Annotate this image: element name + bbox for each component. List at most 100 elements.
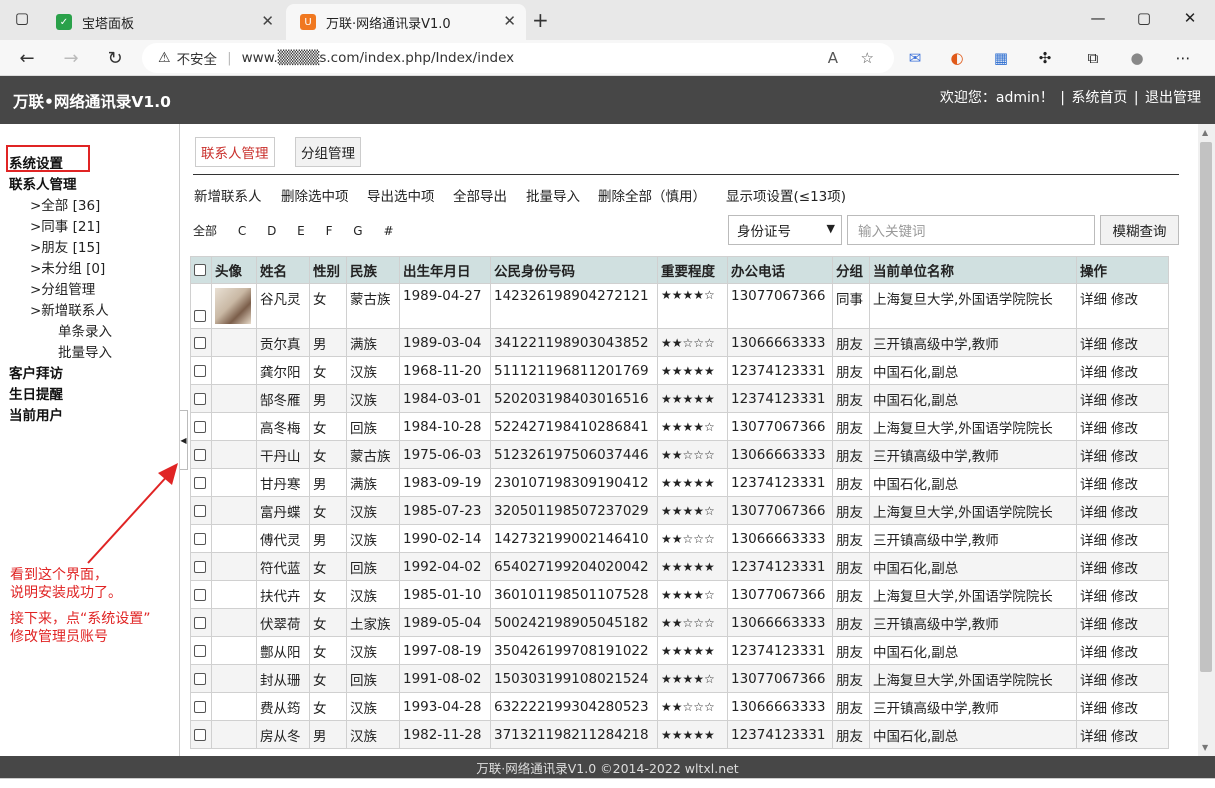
row-checkbox-cell[interactable]: [190, 524, 212, 553]
new-contact-button[interactable]: 新增联系人: [194, 185, 262, 205]
row-checkbox-cell[interactable]: [190, 496, 212, 525]
detail-link[interactable]: 详细: [1080, 393, 1107, 409]
calendar-icon[interactable]: ▦: [988, 46, 1014, 70]
row-checkbox[interactable]: [194, 504, 206, 517]
select-all-checkbox-cell[interactable]: [190, 256, 212, 284]
detail-link[interactable]: 详细: [1080, 561, 1107, 577]
row-checkbox-cell[interactable]: [190, 552, 212, 581]
close-tab-icon[interactable]: ✕: [503, 12, 516, 30]
row-checkbox[interactable]: [194, 532, 206, 545]
sidebar-item-friend[interactable]: >朋友 [15]: [30, 236, 100, 256]
row-checkbox-cell[interactable]: [190, 412, 212, 441]
row-checkbox-cell[interactable]: [190, 328, 212, 357]
row-checkbox-cell[interactable]: [190, 384, 212, 413]
row-checkbox[interactable]: [194, 476, 206, 489]
edit-link[interactable]: 修改: [1111, 617, 1138, 633]
row-checkbox[interactable]: [194, 644, 206, 657]
detail-link[interactable]: 详细: [1080, 337, 1107, 353]
row-checkbox-cell[interactable]: [190, 664, 212, 693]
edit-link[interactable]: 修改: [1111, 292, 1138, 308]
row-checkbox-cell[interactable]: [190, 283, 212, 329]
sidebar-item-customer-visit[interactable]: 客户拜访: [9, 362, 63, 382]
search-field-select[interactable]: 身份证号 ▼: [728, 215, 842, 245]
row-checkbox-cell[interactable]: [190, 720, 212, 749]
edit-link[interactable]: 修改: [1111, 421, 1138, 437]
detail-link[interactable]: 详细: [1080, 589, 1107, 605]
edit-link[interactable]: 修改: [1111, 365, 1138, 381]
letter-filter-e[interactable]: E: [297, 224, 305, 238]
favorite-add-icon[interactable]: ☆: [861, 49, 874, 67]
edit-link[interactable]: 修改: [1111, 477, 1138, 493]
home-link[interactable]: 系统首页: [1071, 90, 1127, 106]
detail-link[interactable]: 详细: [1080, 645, 1107, 661]
row-checkbox-cell[interactable]: [190, 440, 212, 469]
new-tab-button[interactable]: +: [532, 8, 549, 32]
delete-selected-button[interactable]: 删除选中项: [281, 185, 349, 205]
sidebar-item-group-management[interactable]: >分组管理: [30, 278, 95, 298]
edit-link[interactable]: 修改: [1111, 533, 1138, 549]
detail-link[interactable]: 详细: [1080, 701, 1107, 717]
detail-link[interactable]: 详细: [1080, 292, 1107, 308]
detail-link[interactable]: 详细: [1080, 421, 1107, 437]
extensions-puzzle-icon[interactable]: ✣: [1032, 46, 1058, 70]
row-checkbox-cell[interactable]: [190, 468, 212, 497]
edit-link[interactable]: 修改: [1111, 449, 1138, 465]
tab-group-management[interactable]: 分组管理: [295, 137, 361, 167]
row-checkbox-cell[interactable]: [190, 580, 212, 609]
row-checkbox[interactable]: [194, 392, 206, 405]
edit-link[interactable]: 修改: [1111, 645, 1138, 661]
row-checkbox[interactable]: [194, 336, 206, 349]
row-checkbox[interactable]: [194, 616, 206, 629]
sidebar-item-all[interactable]: >全部 [36]: [30, 194, 100, 214]
refresh-icon[interactable]: ↻: [100, 44, 130, 72]
collections-icon[interactable]: ⧉: [1080, 46, 1106, 70]
row-checkbox[interactable]: [194, 700, 206, 713]
scroll-up-icon[interactable]: ▲: [1202, 128, 1208, 137]
row-checkbox-cell[interactable]: [190, 608, 212, 637]
sidebar-item-batch-import[interactable]: 批量导入: [58, 341, 112, 361]
display-settings-button[interactable]: 显示项设置(≤13项): [726, 185, 846, 205]
edit-link[interactable]: 修改: [1111, 673, 1138, 689]
search-input[interactable]: 输入关键词: [847, 215, 1095, 245]
row-checkbox[interactable]: [194, 672, 206, 685]
sidebar-item-current-user[interactable]: 当前用户: [9, 404, 63, 424]
row-checkbox[interactable]: [194, 588, 206, 601]
forward-icon[interactable]: →: [56, 44, 86, 72]
tab-contacts-management[interactable]: 联系人管理: [195, 137, 275, 167]
delete-all-button[interactable]: 删除全部（慎用）: [598, 185, 706, 205]
logout-link[interactable]: 退出管理: [1145, 90, 1201, 106]
page-scrollbar[interactable]: ▲ ▼: [1198, 124, 1215, 756]
detail-link[interactable]: 详细: [1080, 365, 1107, 381]
close-window-icon[interactable]: ✕: [1167, 0, 1213, 36]
edit-link[interactable]: 修改: [1111, 589, 1138, 605]
detail-link[interactable]: 详细: [1080, 617, 1107, 633]
read-aloud-icon[interactable]: A: [828, 49, 838, 67]
browser-tab-wltxl[interactable]: U 万联·网络通讯录V1.0 ✕: [286, 4, 526, 40]
back-icon[interactable]: ←: [12, 44, 42, 72]
batch-import-button[interactable]: 批量导入: [526, 185, 580, 205]
close-tab-icon[interactable]: ✕: [261, 12, 274, 30]
sidebar-item-ungrouped[interactable]: >未分组 [0]: [30, 257, 105, 277]
letter-filter-d[interactable]: D: [267, 224, 276, 238]
detail-link[interactable]: 详细: [1080, 477, 1107, 493]
minimize-icon[interactable]: —: [1075, 0, 1121, 36]
row-checkbox-cell[interactable]: [190, 692, 212, 721]
letter-filter-f[interactable]: F: [326, 224, 333, 238]
detail-link[interactable]: 详细: [1080, 729, 1107, 745]
letter-filter-all[interactable]: 全部: [193, 224, 217, 238]
browser-tab-baota[interactable]: ✓ 宝塔面板 ✕: [42, 4, 284, 40]
export-selected-button[interactable]: 导出选中项: [367, 185, 435, 205]
edit-link[interactable]: 修改: [1111, 337, 1138, 353]
row-checkbox[interactable]: [194, 364, 206, 377]
row-checkbox-cell[interactable]: [190, 636, 212, 665]
letter-filter-g[interactable]: G: [353, 224, 362, 238]
detail-link[interactable]: 详细: [1080, 673, 1107, 689]
scrollbar-thumb[interactable]: [1200, 142, 1212, 672]
edit-link[interactable]: 修改: [1111, 561, 1138, 577]
letter-filter-other[interactable]: #: [383, 224, 393, 238]
detail-link[interactable]: 详细: [1080, 505, 1107, 521]
profile-avatar-icon[interactable]: ●: [1124, 46, 1150, 70]
row-checkbox-cell[interactable]: [190, 356, 212, 385]
maximize-icon[interactable]: ▢: [1121, 0, 1167, 36]
sidebar-item-single-entry[interactable]: 单条录入: [58, 320, 112, 340]
